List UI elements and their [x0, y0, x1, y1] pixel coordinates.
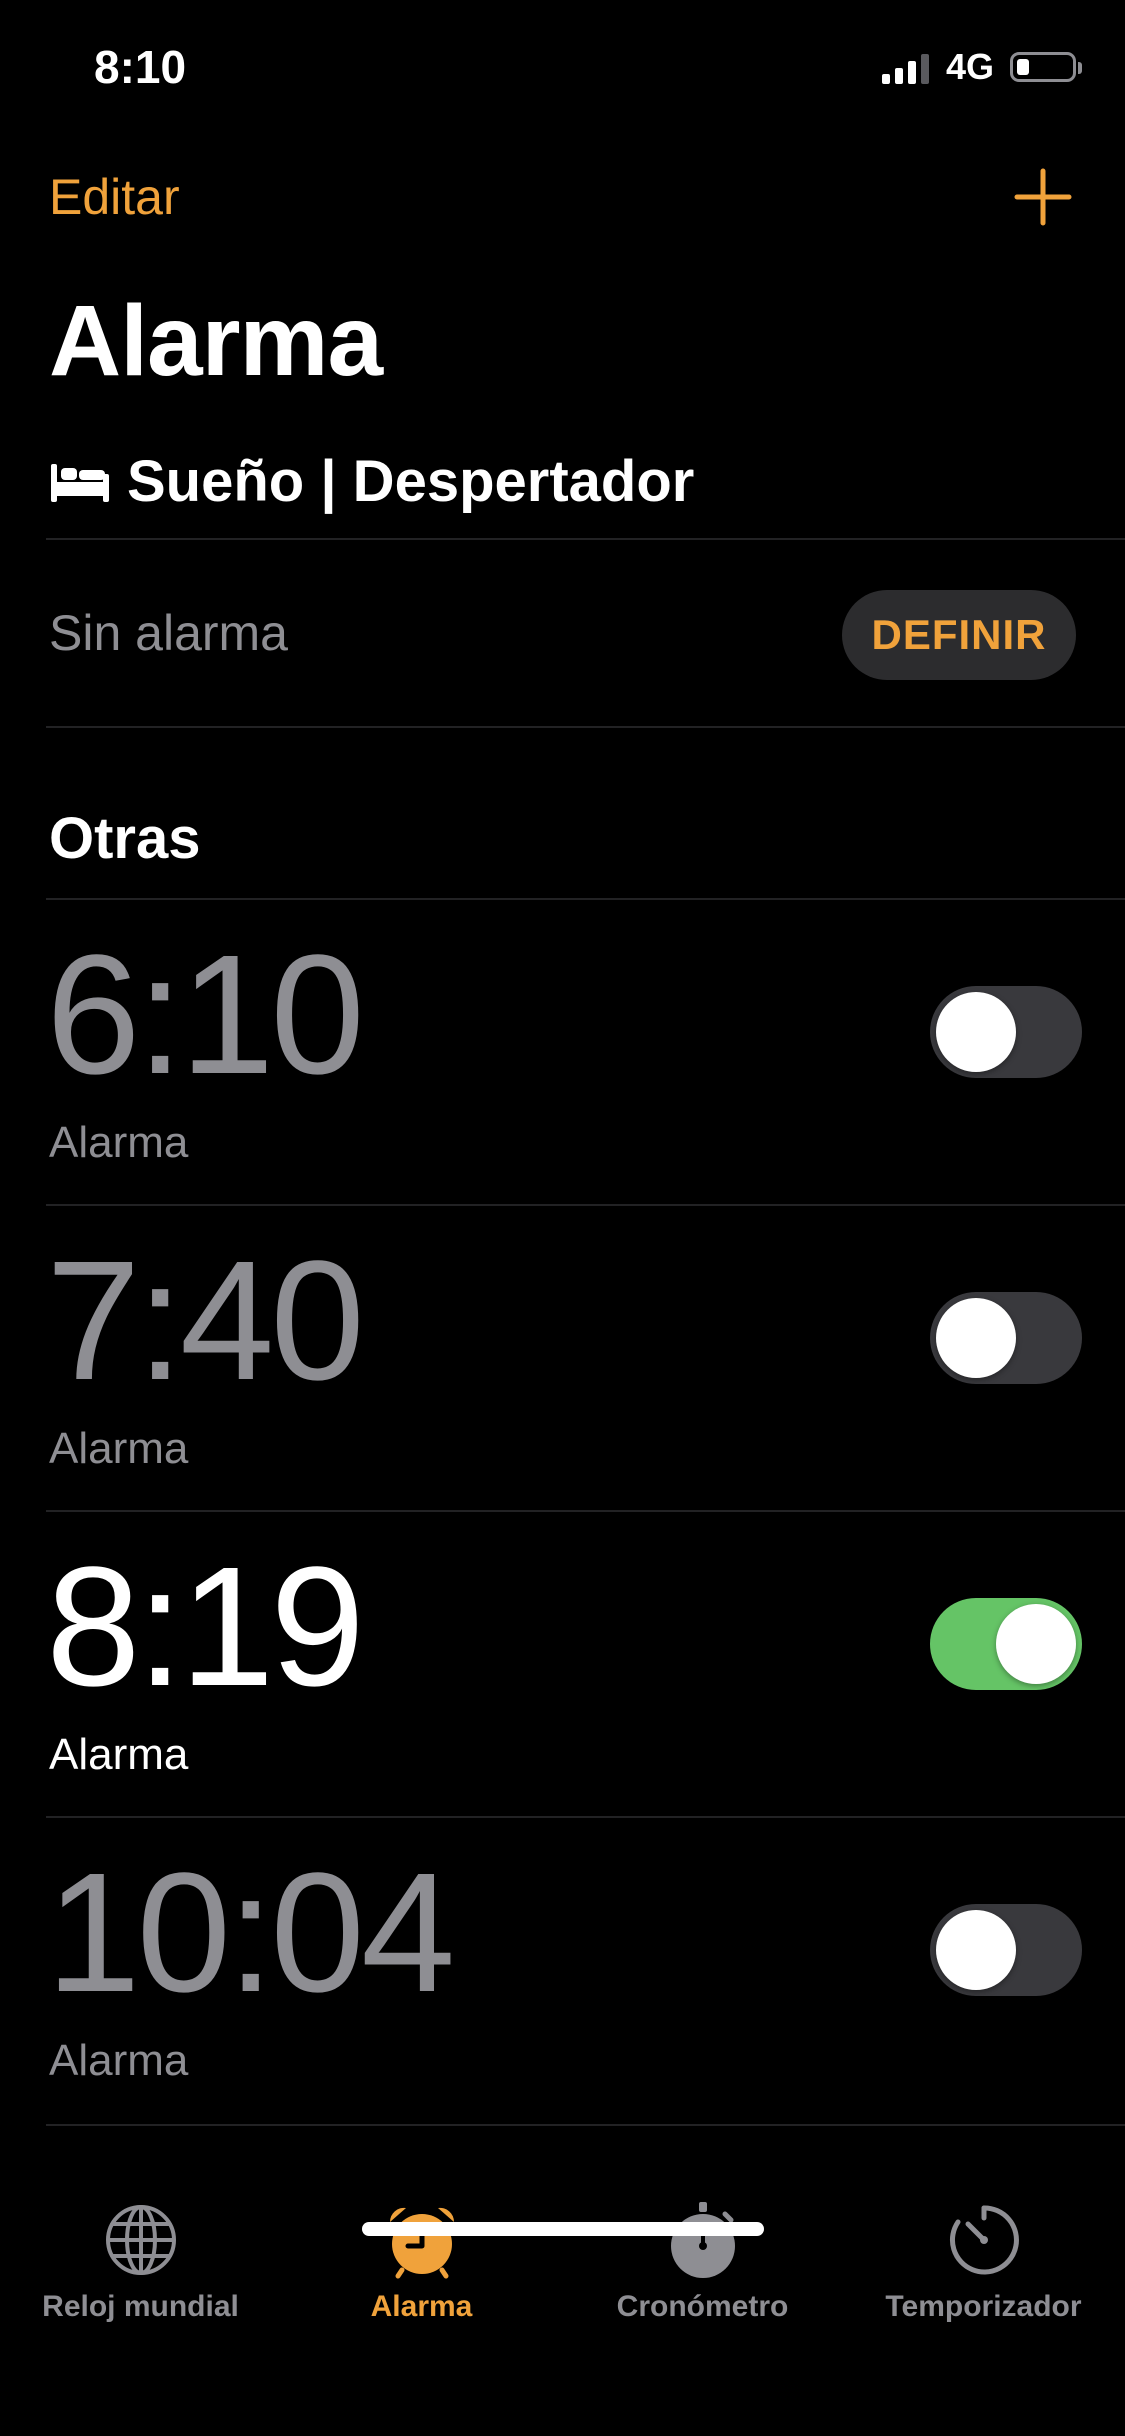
- section-title-others: Otras: [49, 806, 201, 871]
- stopwatch-icon: [670, 2202, 735, 2278]
- status-time: 8:10: [94, 41, 187, 93]
- edit-button[interactable]: Editar: [49, 168, 180, 226]
- alarm-label: Alarma: [49, 1730, 189, 1779]
- alarm-label: Alarma: [49, 1424, 189, 1473]
- page-title: Alarma: [49, 285, 383, 397]
- alarm-label: Alarma: [49, 1118, 189, 1167]
- battery-level: [1017, 59, 1029, 75]
- alarm-time: 6:10: [46, 920, 365, 1110]
- tab-label: Alarma: [370, 2290, 473, 2323]
- globe-icon: [105, 2205, 176, 2275]
- define-button[interactable]: DEFINIR: [842, 590, 1076, 680]
- tab-world-clock[interactable]: Reloj mundial: [0, 2200, 281, 2324]
- sleep-title: Sueño | Despertador: [127, 448, 695, 514]
- alarm-toggle[interactable]: [930, 1292, 1082, 1384]
- tab-timer[interactable]: Temporizador: [843, 2200, 1124, 2324]
- sleep-section-header: Sueño | Despertador: [49, 446, 694, 516]
- toggle-knob: [936, 1298, 1016, 1378]
- network-label: 4G: [946, 46, 995, 87]
- no-alarm-text: Sin alarma: [49, 605, 288, 661]
- timer-icon: [949, 2205, 1019, 2275]
- toggle-knob: [996, 1604, 1076, 1684]
- alarm-row[interactable]: 7:40 Alarma: [0, 1206, 1125, 1512]
- alarm-toggle[interactable]: [930, 986, 1082, 1078]
- divider: [46, 538, 1125, 540]
- toggle-knob: [936, 1910, 1016, 1990]
- alarm-time: 7:40: [46, 1226, 365, 1416]
- home-indicator[interactable]: [362, 2222, 764, 2236]
- alarm-toggle[interactable]: [930, 1598, 1082, 1690]
- battery-icon: [1010, 52, 1076, 82]
- alarm-time: 8:19: [46, 1532, 365, 1722]
- alarm-toggle[interactable]: [930, 1904, 1082, 1996]
- toggle-knob: [936, 992, 1016, 1072]
- tab-alarm[interactable]: Alarma: [281, 2200, 562, 2324]
- alarm-label: Alarma: [49, 2036, 189, 2085]
- alarm-row[interactable]: 8:19 Alarma: [0, 1512, 1125, 1818]
- alarm-row[interactable]: 6:10 Alarma: [0, 900, 1125, 1206]
- alarm-clock-icon: [389, 2207, 454, 2279]
- signal-icon: [882, 54, 929, 84]
- divider: [46, 726, 1125, 728]
- battery-cap: [1078, 62, 1082, 74]
- tab-label: Reloj mundial: [42, 2290, 239, 2323]
- tab-label: Cronómetro: [616, 2290, 789, 2323]
- alarm-row[interactable]: 10:04 Alarma: [0, 1818, 1125, 2124]
- bed-icon: [51, 464, 109, 502]
- divider: [46, 2124, 1125, 2126]
- tab-label: Temporizador: [885, 2290, 1082, 2323]
- plus-icon[interactable]: [1014, 168, 1072, 226]
- tab-stopwatch[interactable]: Cronómetro: [562, 2200, 843, 2324]
- alarm-time: 10:04: [46, 1838, 455, 2028]
- tab-bar: Reloj mundial Alarma Cronómetro Temporiz…: [0, 2180, 1125, 2436]
